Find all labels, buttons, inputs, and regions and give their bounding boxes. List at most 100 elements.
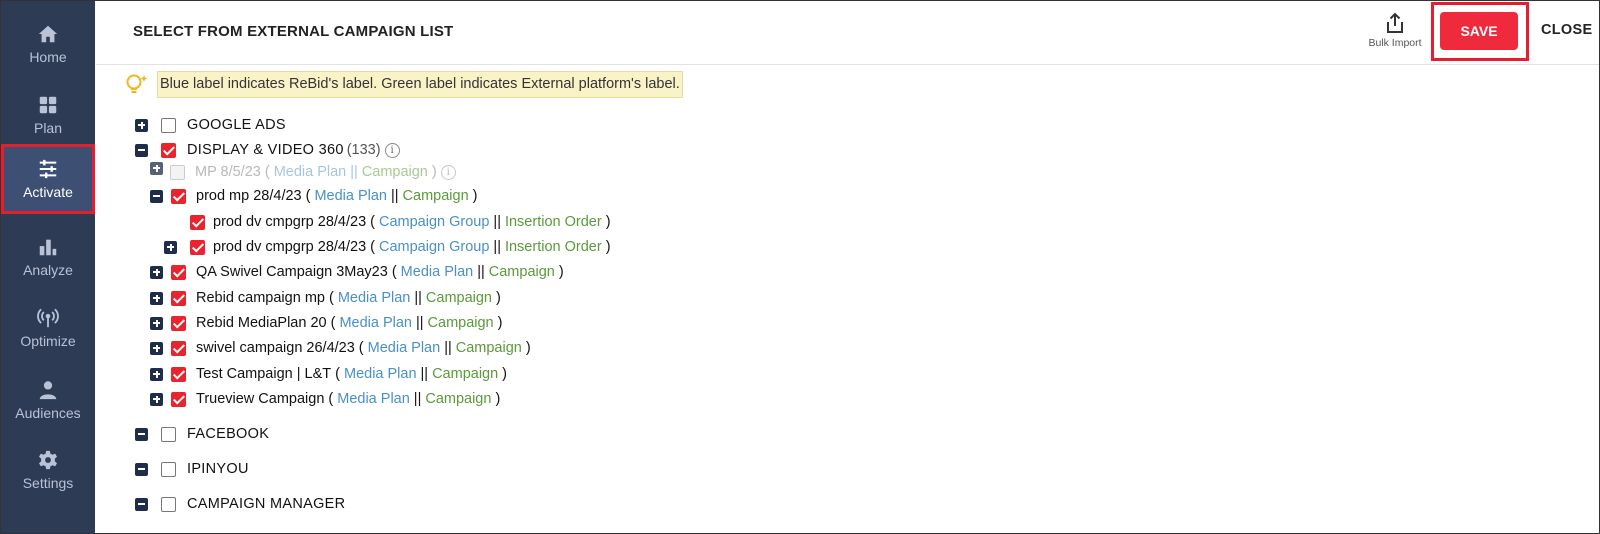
expand-icon[interactable] <box>150 367 163 381</box>
campaign-name: prod dv cmpgrp 28/4/23 <box>213 239 367 255</box>
expand-icon[interactable] <box>150 265 163 279</box>
external-label: Insertion Order <box>504 239 602 255</box>
info-banner: Blue label indicates ReBid's label. Gree… <box>157 71 683 98</box>
tree-row-test-campaign: Test Campaign | L&T ( Media Plan || Camp… <box>150 363 507 385</box>
checkbox-swivel[interactable] <box>171 340 186 356</box>
platform-label: GOOGLE ADS <box>187 117 286 133</box>
checkbox-mp <box>170 164 185 180</box>
tree-row-facebook: FACEBOOK <box>135 423 269 445</box>
tree-row-rebid-mp20: Rebid MediaPlan 20 ( Media Plan || Campa… <box>150 312 502 334</box>
checkbox-rebid-mp[interactable] <box>171 290 186 306</box>
platform-label: FACEBOOK <box>187 426 270 442</box>
expand-icon[interactable] <box>150 316 163 330</box>
campaign-name: MP 8/5/23 <box>195 164 261 180</box>
checkbox-trueview[interactable] <box>171 391 186 407</box>
campaign-name: QA Swivel Campaign 3May23 <box>196 264 388 280</box>
tree-row-ipinyou: IPINYOU <box>135 458 249 480</box>
checkbox-prod-mp[interactable] <box>171 188 186 204</box>
rebid-label: Campaign Group <box>379 239 490 255</box>
expand-icon[interactable] <box>135 118 148 132</box>
user-icon <box>39 381 57 400</box>
checkbox-prod-grp-2[interactable] <box>190 239 205 255</box>
tree-row-prod-grp-1: prod dv cmpgrp 28/4/23 ( Campaign Group … <box>190 211 611 233</box>
close-button[interactable]: CLOSE <box>1541 22 1592 38</box>
share-upload-icon <box>1387 12 1403 33</box>
tree-row-rebid-mp: Rebid campaign mp ( Media Plan || Campai… <box>150 287 501 309</box>
rebid-label: Media Plan <box>337 391 410 407</box>
checkbox-facebook[interactable] <box>161 426 176 442</box>
checkbox-qa-swivel[interactable] <box>171 264 186 280</box>
campaign-name: Rebid campaign mp <box>196 290 325 306</box>
platform-label: DISPLAY & VIDEO 360 <box>187 142 344 158</box>
expand-icon[interactable] <box>150 161 163 175</box>
collapse-icon[interactable] <box>135 462 148 476</box>
sidebar-item-activate[interactable]: Activate <box>1 144 95 214</box>
collapse-icon[interactable] <box>135 497 148 511</box>
rebid-label: Media Plan <box>273 164 347 180</box>
campaign-name: Test Campaign | L&T <box>196 366 332 382</box>
expand-icon[interactable] <box>150 392 163 406</box>
sidebar-item-audiences[interactable]: Audiences <box>1 367 95 433</box>
sidebar-item-settings[interactable]: Settings <box>1 437 95 503</box>
collapse-icon[interactable] <box>135 427 148 441</box>
sidebar-item-home[interactable]: Home <box>1 11 95 77</box>
grid-icon <box>39 96 57 114</box>
campaign-name: Rebid MediaPlan 20 <box>196 315 327 331</box>
checkbox-campaign-manager[interactable] <box>161 496 176 512</box>
sidebar-item-optimize[interactable]: Optimize <box>1 295 95 361</box>
collapse-icon[interactable] <box>150 189 163 203</box>
save-button[interactable]: SAVE <box>1440 12 1518 50</box>
expand-icon[interactable] <box>150 291 163 305</box>
rebid-label: Media Plan <box>367 340 441 356</box>
sidebar-item-label: Home <box>29 49 67 65</box>
checkbox-test-campaign[interactable] <box>171 366 186 382</box>
rebid-label: Media Plan <box>314 188 387 204</box>
external-label: Campaign <box>402 188 469 204</box>
sidebar-item-plan[interactable]: Plan <box>1 82 95 148</box>
bulk-import-button[interactable]: Bulk Import <box>1355 12 1435 56</box>
checkbox-dv360[interactable] <box>161 142 176 158</box>
tree-row-prod-mp: prod mp 28/4/23 ( Media Plan || Campaign… <box>150 185 477 207</box>
sidebar-item-analyze[interactable]: Analyze <box>1 224 95 290</box>
info-icon[interactable]: i <box>440 164 456 180</box>
tree-row-trueview: Trueview Campaign ( Media Plan || Campai… <box>150 388 500 410</box>
external-label: Campaign <box>425 391 492 407</box>
tree-row-dv360: DISPLAY & VIDEO 360 (133) i <box>135 139 400 161</box>
platform-label: IPINYOU <box>187 461 249 477</box>
external-label: Campaign <box>432 366 499 382</box>
gear-icon <box>39 450 57 470</box>
campaign-name: prod dv cmpgrp 28/4/23 <box>213 214 367 230</box>
rebid-label: Campaign Group <box>379 214 490 230</box>
checkbox-ipinyou[interactable] <box>161 461 176 477</box>
checkbox-rebid-mp20[interactable] <box>171 315 186 331</box>
external-label: Insertion Order <box>504 214 602 230</box>
tree-row-google-ads: GOOGLE ADS <box>135 114 286 136</box>
info-icon[interactable]: i <box>384 142 400 158</box>
rebid-label: Media Plan <box>400 264 474 280</box>
sidebar-item-label: Settings <box>22 475 74 491</box>
sidebar-item-label: Audiences <box>15 405 81 421</box>
checkbox-prod-grp-1[interactable] <box>190 214 205 230</box>
collapse-icon[interactable] <box>135 143 148 157</box>
checkbox-google-ads[interactable] <box>161 117 176 133</box>
sidebar-item-label: Optimize <box>20 333 76 349</box>
external-label: Campaign <box>488 264 555 280</box>
sidebar: Home Plan Activate Analyze Optimize Audi… <box>1 1 95 533</box>
sidebar-item-label: Activate <box>23 184 73 200</box>
rebid-label: Media Plan <box>339 315 412 331</box>
external-label: Campaign <box>361 164 428 180</box>
header-divider <box>96 64 1599 65</box>
expand-icon[interactable] <box>164 240 177 254</box>
external-label: Campaign <box>427 315 494 331</box>
rebid-label: Media Plan <box>343 366 417 382</box>
broadcast-icon <box>37 308 59 328</box>
item-count: (133) <box>346 142 381 158</box>
sidebar-item-label: Analyze <box>23 262 73 278</box>
sidebar-item-label: Plan <box>33 120 63 136</box>
tree-row-swivel: swivel campaign 26/4/23 ( Media Plan || … <box>150 337 531 359</box>
expand-icon[interactable] <box>150 341 163 355</box>
campaign-name: Trueview Campaign <box>196 391 325 407</box>
campaign-name: prod mp 28/4/23 <box>196 188 302 204</box>
sliders-icon <box>39 159 57 179</box>
bar-chart-icon <box>39 239 57 256</box>
